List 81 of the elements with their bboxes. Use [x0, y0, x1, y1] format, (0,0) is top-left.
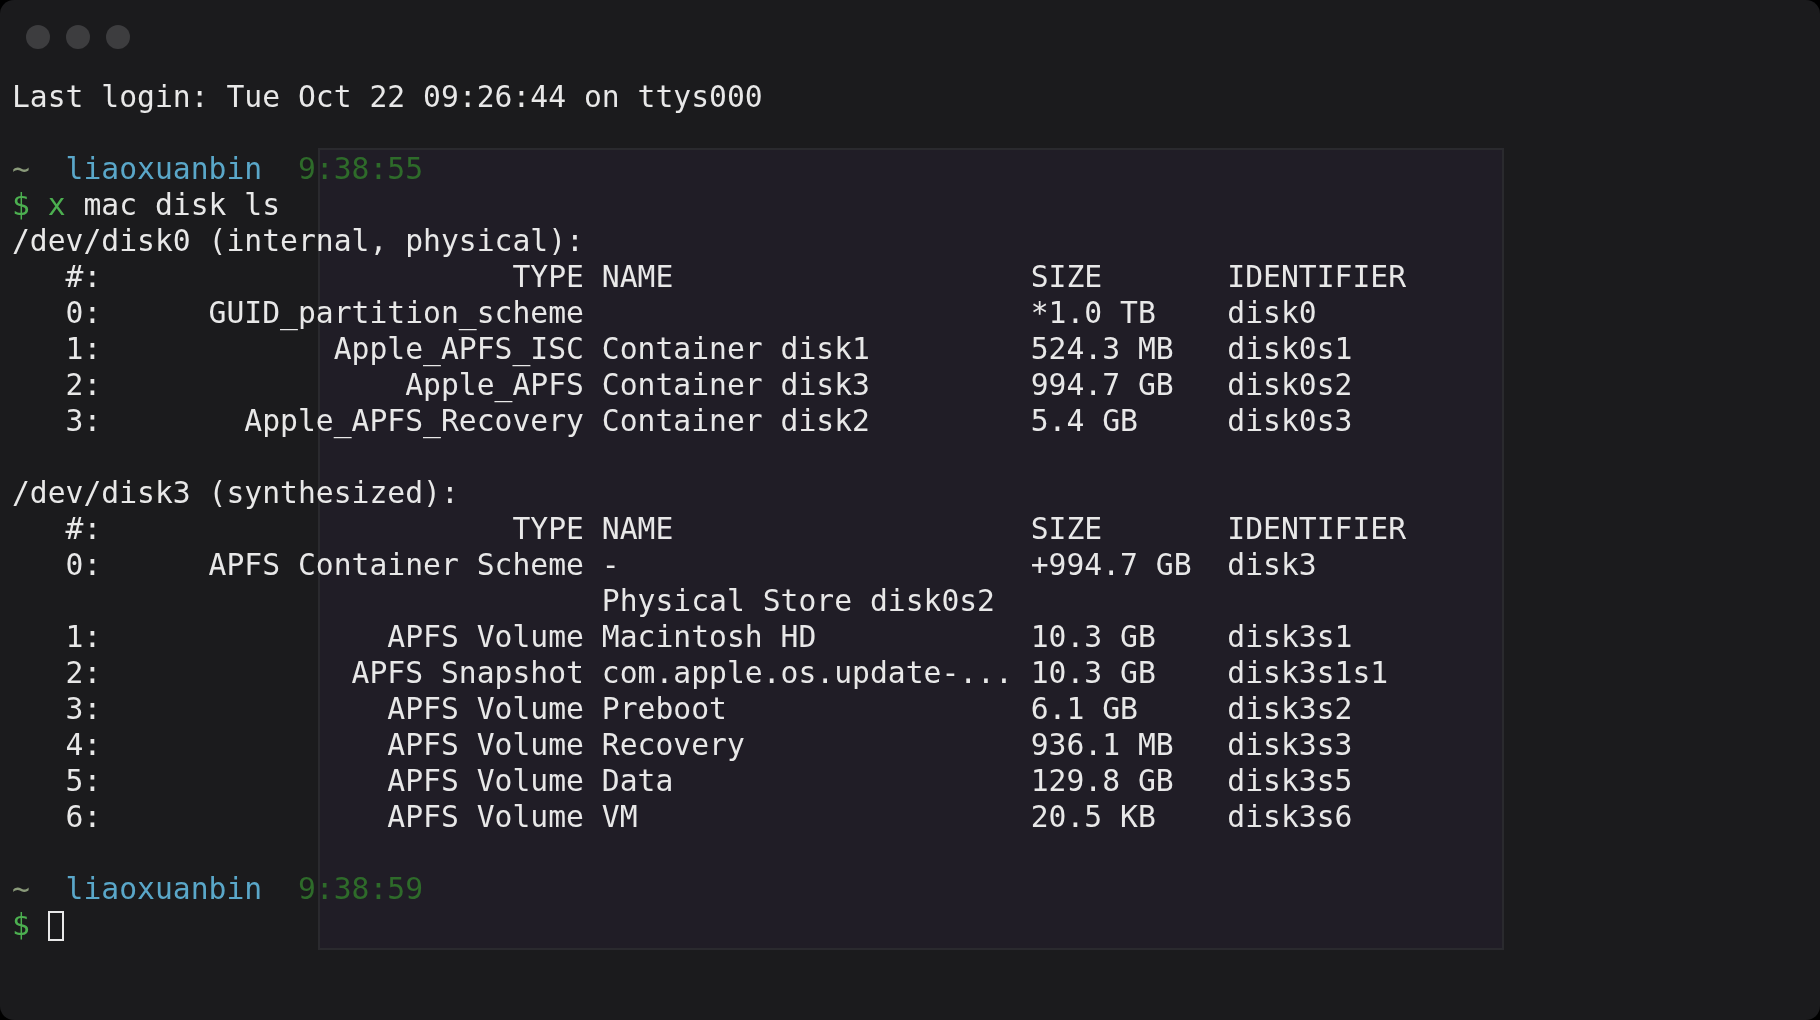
column-header: SIZE — [1030, 259, 1103, 295]
table-cell: Data — [601, 763, 674, 799]
table-cell: APFS Volume — [387, 691, 584, 727]
table-cell: disk3s1s1 — [1227, 655, 1389, 691]
prompt-time: 9:38:55 — [297, 151, 424, 187]
table-cell: 6.1 GB — [1030, 691, 1138, 727]
row-index: 6: — [65, 799, 102, 835]
zoom-button[interactable] — [106, 25, 130, 49]
minimize-button[interactable] — [66, 25, 90, 49]
table-cell: APFS Volume — [387, 727, 584, 763]
column-header: NAME — [601, 259, 674, 295]
table-cell: disk3s1 — [1227, 619, 1353, 655]
row-index: 0: — [65, 547, 102, 583]
prompt-directory: ~ — [12, 871, 31, 907]
table-cell: Container disk3 — [601, 367, 870, 403]
column-header: SIZE — [1030, 511, 1103, 547]
table-cell: Container disk1 — [601, 331, 870, 367]
prompt-symbol: $ — [12, 907, 31, 943]
column-header: #: — [65, 511, 102, 547]
table-cell: Macintosh HD — [601, 619, 817, 655]
row-index: 4: — [65, 727, 102, 763]
table-cell: Apple_APFS — [405, 367, 584, 403]
prompt-user: liaoxuanbin — [65, 871, 264, 907]
table-cell: disk3s5 — [1227, 763, 1353, 799]
table-cell: APFS Container Scheme — [208, 547, 584, 583]
table-cell: com.apple.os.update-... — [601, 655, 1013, 691]
table-cell: 936.1 MB — [1030, 727, 1174, 763]
table-cell: disk0s1 — [1227, 331, 1353, 367]
row-index: 5: — [65, 763, 102, 799]
table-cell: Preboot — [601, 691, 727, 727]
table-cell: APFS Volume — [387, 763, 584, 799]
table-cell: GUID_partition_scheme — [208, 295, 584, 331]
column-header: TYPE — [512, 511, 584, 547]
row-index: 2: — [65, 367, 102, 403]
table-cell: 10.3 GB — [1030, 655, 1156, 691]
table-cell: +994.7 GB — [1030, 547, 1192, 583]
table-cell: 129.8 GB — [1030, 763, 1174, 799]
table-cell: Recovery — [601, 727, 745, 763]
column-header: NAME — [601, 511, 674, 547]
column-header: IDENTIFIER — [1227, 259, 1407, 295]
table-cell: 524.3 MB — [1030, 331, 1174, 367]
column-header: IDENTIFIER — [1227, 511, 1407, 547]
table-cell: APFS Volume — [387, 619, 584, 655]
table-cell: VM — [601, 799, 638, 835]
table-cell: Physical Store disk0s2 — [601, 583, 995, 619]
command-arguments: mac disk ls — [83, 187, 281, 223]
table-cell: - — [601, 547, 620, 583]
column-header: #: — [65, 259, 102, 295]
prompt-time: 9:38:59 — [297, 871, 424, 907]
row-index: 1: — [65, 331, 102, 367]
table-cell: *1.0 TB — [1030, 295, 1156, 331]
table-cell: 20.5 KB — [1030, 799, 1156, 835]
row-index: 0: — [65, 295, 102, 331]
output-line: Last login: Tue Oct 22 09:26:44 on ttys000 — [12, 79, 764, 115]
disk-heading: /dev/disk3 (synthesized): — [12, 475, 460, 511]
row-index: 1: — [65, 619, 102, 655]
command-name: x — [47, 187, 66, 223]
prompt-symbol: $ — [12, 187, 31, 223]
table-cell: disk0s3 — [1227, 403, 1353, 439]
row-index: 3: — [65, 403, 102, 439]
prompt-directory: ~ — [12, 151, 31, 187]
table-cell: 994.7 GB — [1030, 367, 1174, 403]
table-cell: Apple_APFS_Recovery — [244, 403, 584, 439]
table-cell: 5.4 GB — [1030, 403, 1138, 439]
table-cell: disk0 — [1227, 295, 1317, 331]
table-cell: Container disk2 — [601, 403, 870, 439]
table-cell: disk3s6 — [1227, 799, 1353, 835]
close-button[interactable] — [26, 25, 50, 49]
column-header: TYPE — [512, 259, 584, 295]
table-cell: 10.3 GB — [1030, 619, 1156, 655]
row-index: 3: — [65, 691, 102, 727]
table-cell: disk0s2 — [1227, 367, 1353, 403]
table-cell: disk3 — [1227, 547, 1317, 583]
table-cell: Apple_APFS_ISC — [333, 331, 584, 367]
disk-heading: /dev/disk0 (internal, physical): — [12, 223, 585, 259]
table-cell: APFS Volume — [387, 799, 584, 835]
table-cell: APFS Snapshot — [351, 655, 584, 691]
prompt-user: liaoxuanbin — [65, 151, 264, 187]
table-cell: disk3s2 — [1227, 691, 1353, 727]
table-cell: disk3s3 — [1227, 727, 1353, 763]
row-index: 2: — [65, 655, 102, 691]
